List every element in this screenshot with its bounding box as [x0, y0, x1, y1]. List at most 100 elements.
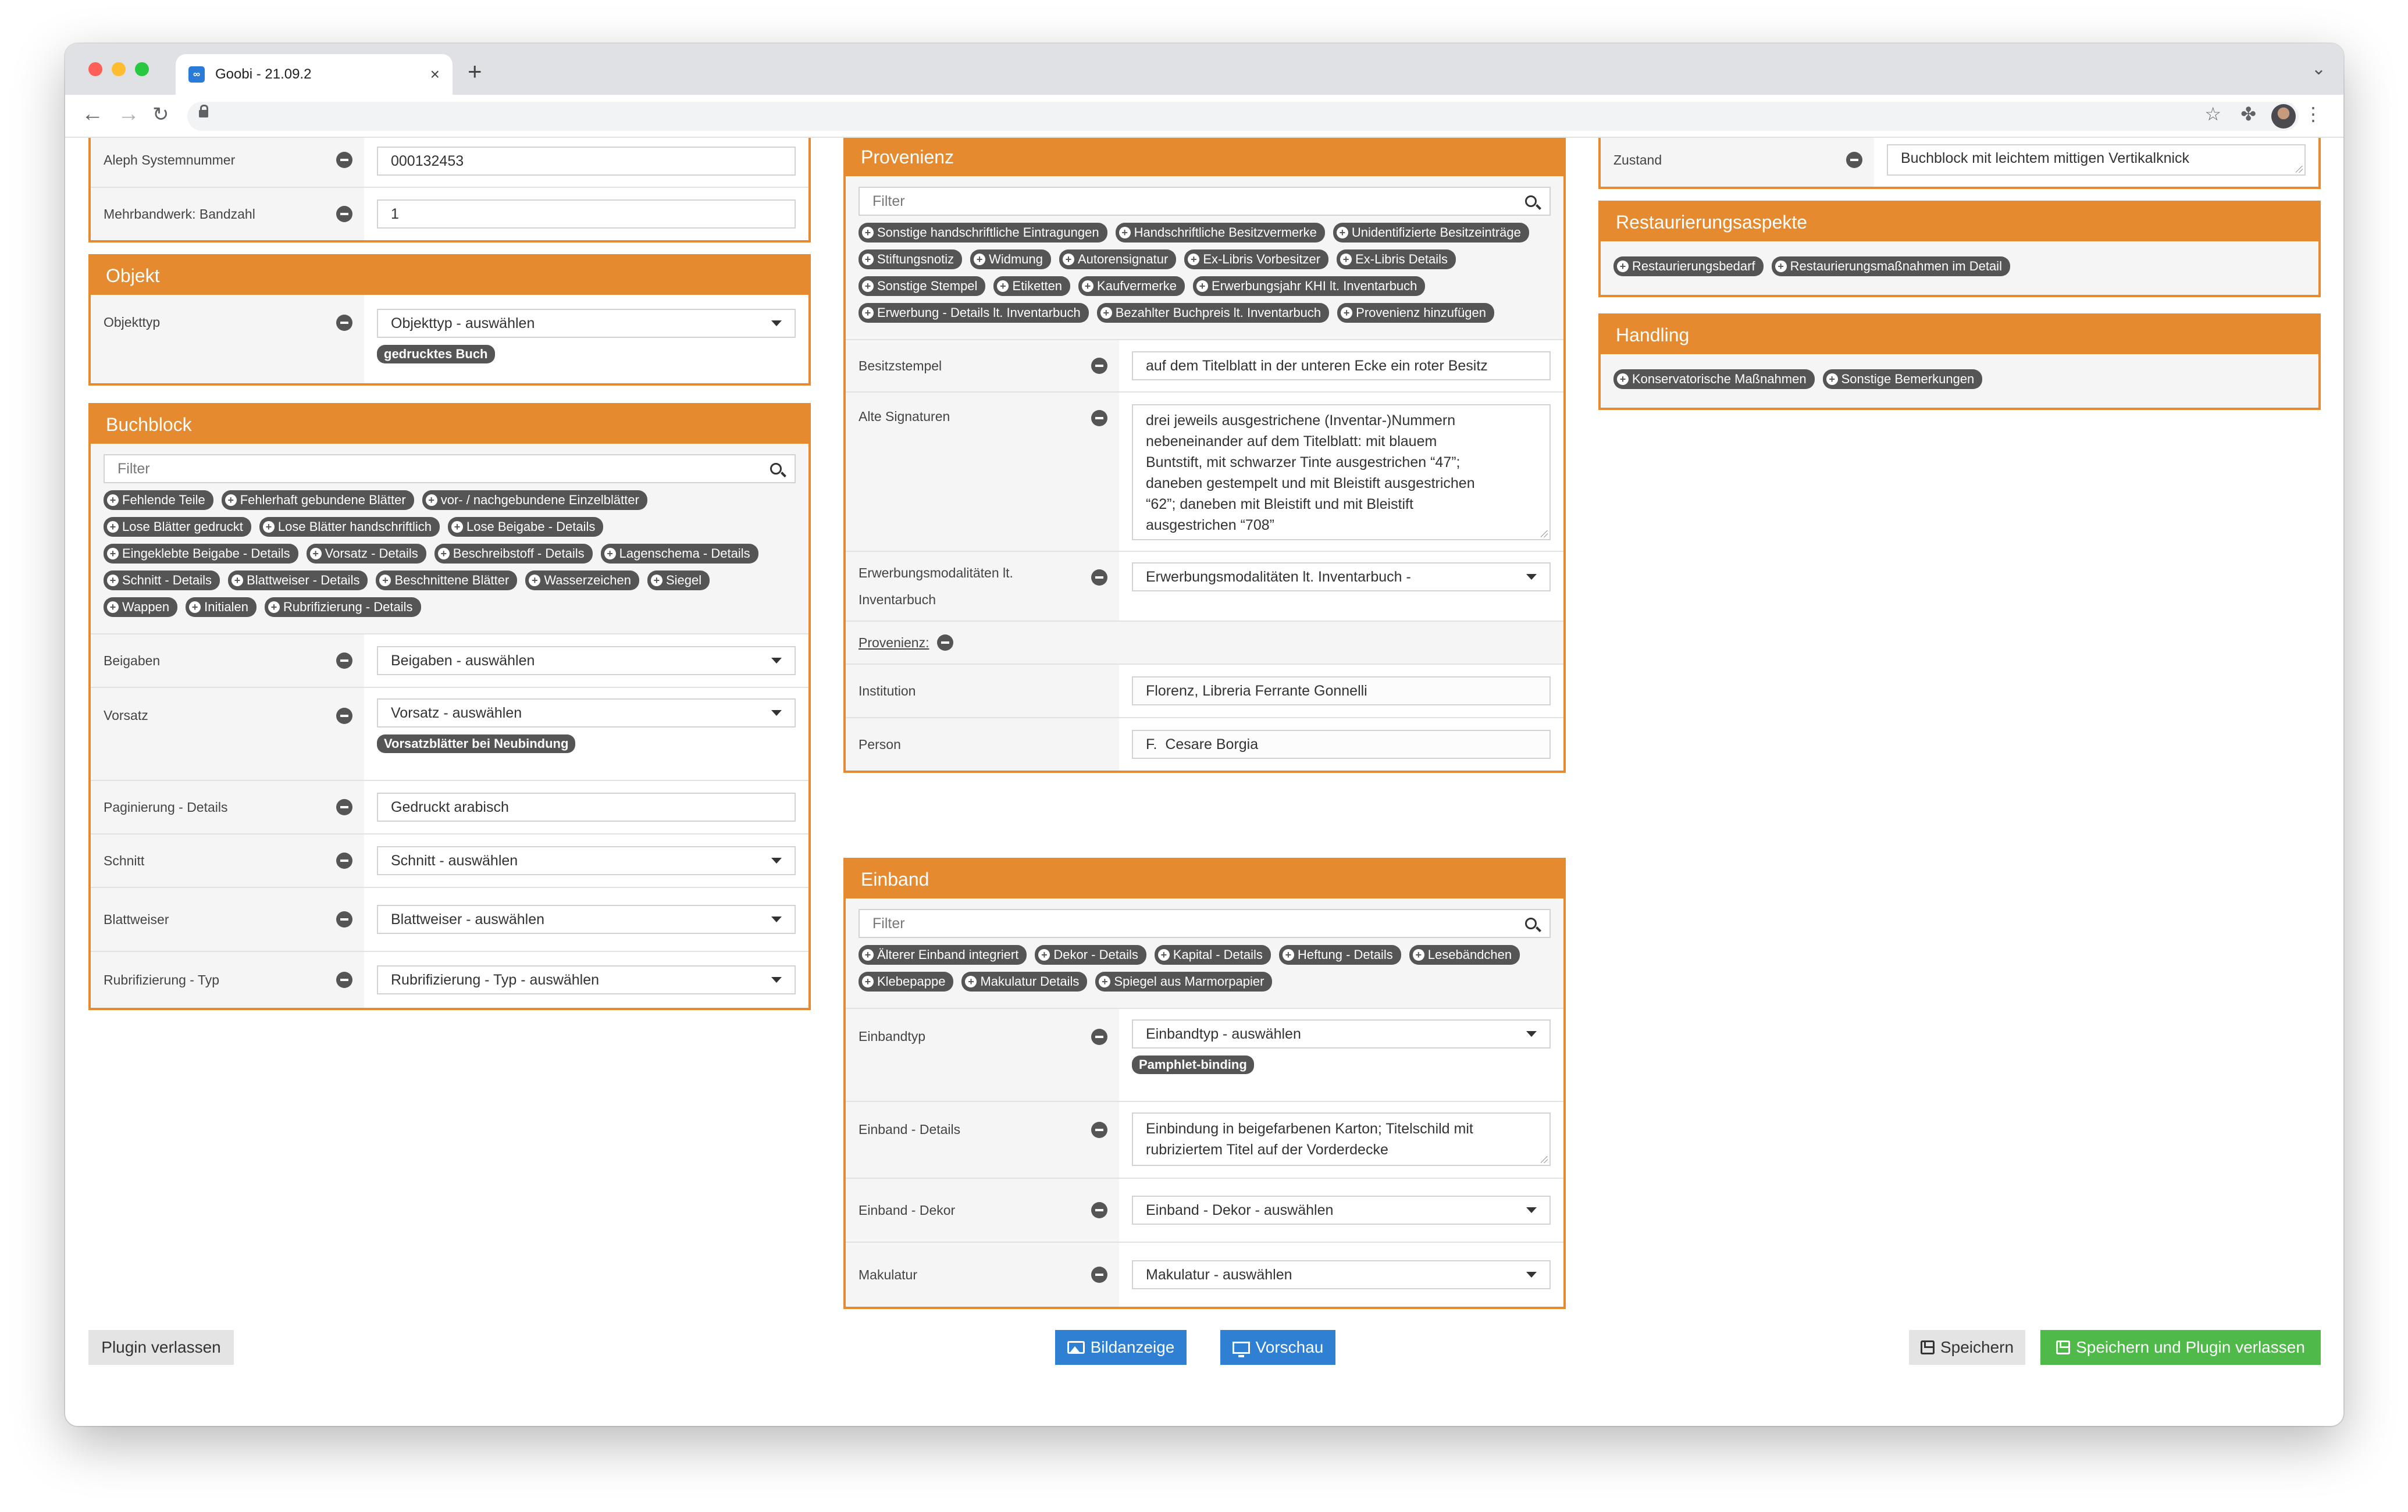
add-field-chip[interactable]: + Älterer Einband integriert [859, 945, 1027, 965]
minimize-window-button[interactable] [112, 62, 126, 76]
add-field-chip[interactable]: + Kaufvermerke [1078, 276, 1185, 296]
bandzahl-input[interactable]: 1 [377, 199, 796, 229]
add-field-chip[interactable]: + Initialen [186, 597, 257, 617]
add-field-chip[interactable]: + Widmung [970, 249, 1051, 269]
speichern-button[interactable]: Speichern [1909, 1330, 2025, 1365]
add-field-chip[interactable]: + Lesebändchen [1409, 945, 1520, 965]
reload-icon[interactable]: ↻ [152, 103, 169, 126]
forward-arrow-icon[interactable]: → [117, 102, 140, 127]
profile-avatar[interactable] [2271, 104, 2296, 129]
beigaben-select[interactable]: Beigaben - auswählen [377, 646, 796, 675]
add-field-chip[interactable]: + Vorsatz - Details [306, 544, 426, 564]
add-field-chip[interactable]: + Fehlerhaft gebundene Blätter [221, 490, 414, 510]
add-field-chip[interactable]: + Eingeklebte Beigabe - Details [104, 544, 298, 564]
add-field-chip[interactable]: + Restaurierungsmaßnahmen im Detail [1771, 256, 2010, 276]
add-field-chip[interactable]: + Bezahlter Buchpreis lt. Inventarbuch [1096, 303, 1330, 323]
remove-erwerbung-icon[interactable] [1091, 569, 1107, 586]
einband-filter-input[interactable]: Filter [859, 909, 1551, 938]
add-field-chip[interactable]: + Fehlende Teile [104, 490, 213, 510]
bildanzeige-button[interactable]: Bildanzeige [1055, 1330, 1187, 1365]
besitzstempel-input[interactable]: auf dem Titelblatt in der unteren Ecke e… [1132, 351, 1551, 380]
remove-objekttyp-icon[interactable] [336, 315, 352, 331]
maximize-window-button[interactable] [135, 62, 149, 76]
schnitt-select[interactable]: Schnitt - auswählen [377, 846, 796, 875]
remove-einband-dekor-icon[interactable] [1091, 1202, 1107, 1218]
remove-aleph-icon[interactable] [336, 152, 352, 168]
add-field-chip[interactable]: + Konservatorische Maßnahmen [1613, 369, 1815, 389]
einband-details-textarea[interactable]: Einbindung in beigefarbenen Karton; Tite… [1132, 1112, 1551, 1166]
add-field-chip[interactable]: + Etiketten [993, 276, 1071, 296]
add-field-chip[interactable]: + Wappen [104, 597, 178, 617]
paginierung-input[interactable]: Gedruckt arabisch [377, 793, 796, 822]
zustand-textarea[interactable]: Buchblock mit leichtem mittigen Vertikal… [1887, 144, 2306, 176]
alte-signaturen-textarea[interactable]: drei jeweils ausgestrichene (Inventar-)N… [1132, 404, 1551, 540]
add-field-chip[interactable]: + Restaurierungsbedarf [1613, 256, 1764, 276]
remove-provenienz-icon[interactable] [937, 634, 954, 651]
institution-input[interactable]: Florenz, Libreria Ferrante Gonnelli [1132, 676, 1551, 705]
tab-close-icon[interactable]: × [430, 65, 440, 84]
add-field-chip[interactable]: + Beschreibstoff - Details [434, 544, 593, 564]
add-field-chip[interactable]: + Klebepappe [859, 972, 954, 992]
remove-paginierung-icon[interactable] [336, 799, 352, 815]
add-field-chip[interactable]: + Erwerbungsjahr KHI lt. Inventarbuch [1193, 276, 1426, 296]
provenienz-sub-link[interactable]: Provenienz: [859, 635, 929, 651]
browser-menu-icon[interactable]: ⋮ [2304, 103, 2322, 125]
add-field-chip[interactable]: + Spiegel aus Marmorpapier [1095, 972, 1273, 992]
add-field-chip[interactable]: + Lose Beigabe - Details [448, 517, 604, 537]
einbandtyp-select[interactable]: Einbandtyp - auswählen [1132, 1019, 1551, 1049]
add-field-chip[interactable]: + Makulatur Details [961, 972, 1088, 992]
add-field-chip[interactable]: + Beschnittene Blätter [376, 570, 518, 590]
erwerbung-select[interactable]: Erwerbungsmodalitäten lt. Inventarbuch - [1132, 562, 1551, 591]
remove-schnitt-icon[interactable] [336, 853, 352, 869]
buchblock-filter-input[interactable]: Filter [104, 454, 796, 483]
add-field-chip[interactable]: + Sonstige Bemerkungen [1822, 369, 1983, 389]
vorschau-button[interactable]: Vorschau [1220, 1330, 1335, 1365]
add-field-chip[interactable]: + Ex-Libris Details [1337, 249, 1456, 269]
add-field-chip[interactable]: + Sonstige handschriftliche Eintragungen [859, 223, 1107, 243]
einbandtyp-chip[interactable]: Pamphlet-binding [1132, 1055, 1254, 1074]
back-arrow-icon[interactable]: ← [81, 102, 104, 127]
remove-alte-signaturen-icon[interactable] [1091, 410, 1107, 426]
remove-einband-details-icon[interactable] [1091, 1122, 1107, 1138]
tab-list-chevron-icon[interactable]: ⌄ [2311, 59, 2326, 79]
vorsatz-chip[interactable]: Vorsatzblätter bei Neubindung [377, 734, 576, 753]
add-field-chip[interactable]: + Wasserzeichen [525, 570, 639, 590]
add-field-chip[interactable]: + Lose Blätter gedruckt [104, 517, 251, 537]
add-field-chip[interactable]: + Stiftungsnotiz [859, 249, 963, 269]
remove-vorsatz-icon[interactable] [336, 708, 352, 724]
blattweiser-select[interactable]: Blattweiser - auswählen [377, 905, 796, 934]
add-field-chip[interactable]: + Heftung - Details [1278, 945, 1401, 965]
plugin-verlassen-button[interactable]: Plugin verlassen [88, 1330, 234, 1365]
add-field-chip[interactable]: + Kapital - Details [1154, 945, 1271, 965]
remove-blattweiser-icon[interactable] [336, 911, 352, 928]
remove-einbandtyp-icon[interactable] [1091, 1029, 1107, 1045]
extensions-puzzle-icon[interactable]: ✤ [2240, 103, 2256, 125]
add-field-chip[interactable]: + Schnitt - Details [104, 570, 220, 590]
add-field-chip[interactable]: + Ex-Libris Vorbesitzer [1184, 249, 1329, 269]
browser-tab[interactable]: ∞ Goobi - 21.09.2 × [176, 54, 453, 95]
remove-bandzahl-icon[interactable] [336, 206, 352, 222]
einband-dekor-select[interactable]: Einband - Dekor - auswählen [1132, 1196, 1551, 1225]
add-field-chip[interactable]: + Lagenschema - Details [600, 544, 758, 564]
bookmark-star-icon[interactable]: ☆ [2204, 103, 2221, 125]
remove-zustand-icon[interactable] [1846, 152, 1862, 168]
remove-besitzstempel-icon[interactable] [1091, 358, 1107, 374]
remove-makulatur-icon[interactable] [1091, 1267, 1107, 1283]
makulatur-select[interactable]: Makulatur - auswählen [1132, 1260, 1551, 1289]
add-field-chip[interactable]: + Unidentifizierte Besitzeinträge [1333, 223, 1529, 243]
close-window-button[interactable] [88, 62, 102, 76]
address-bar[interactable] [187, 102, 2299, 131]
person-input[interactable]: F. Cesare Borgia [1132, 730, 1551, 759]
add-field-chip[interactable]: + Siegel [647, 570, 710, 590]
add-field-chip[interactable]: + Handschriftliche Besitzvermerke [1115, 223, 1325, 243]
add-field-chip[interactable]: + Dekor - Details [1035, 945, 1146, 965]
add-field-chip[interactable]: + Rubrifizierung - Details [264, 597, 421, 617]
add-field-chip[interactable]: + vor- / nachgebundene Einzelblätter [422, 490, 647, 510]
add-field-chip[interactable]: + Provenienz hinzufügen [1337, 303, 1494, 323]
new-tab-button[interactable]: + [468, 58, 482, 85]
add-field-chip[interactable]: + Sonstige Stempel [859, 276, 986, 296]
objekttyp-select[interactable]: Objekttyp - auswählen [377, 309, 796, 338]
aleph-input[interactable]: 000132453 [377, 147, 796, 176]
vorsatz-select[interactable]: Vorsatz - auswählen [377, 698, 796, 728]
add-field-chip[interactable]: + Erwerbung - Details lt. Inventarbuch [859, 303, 1089, 323]
